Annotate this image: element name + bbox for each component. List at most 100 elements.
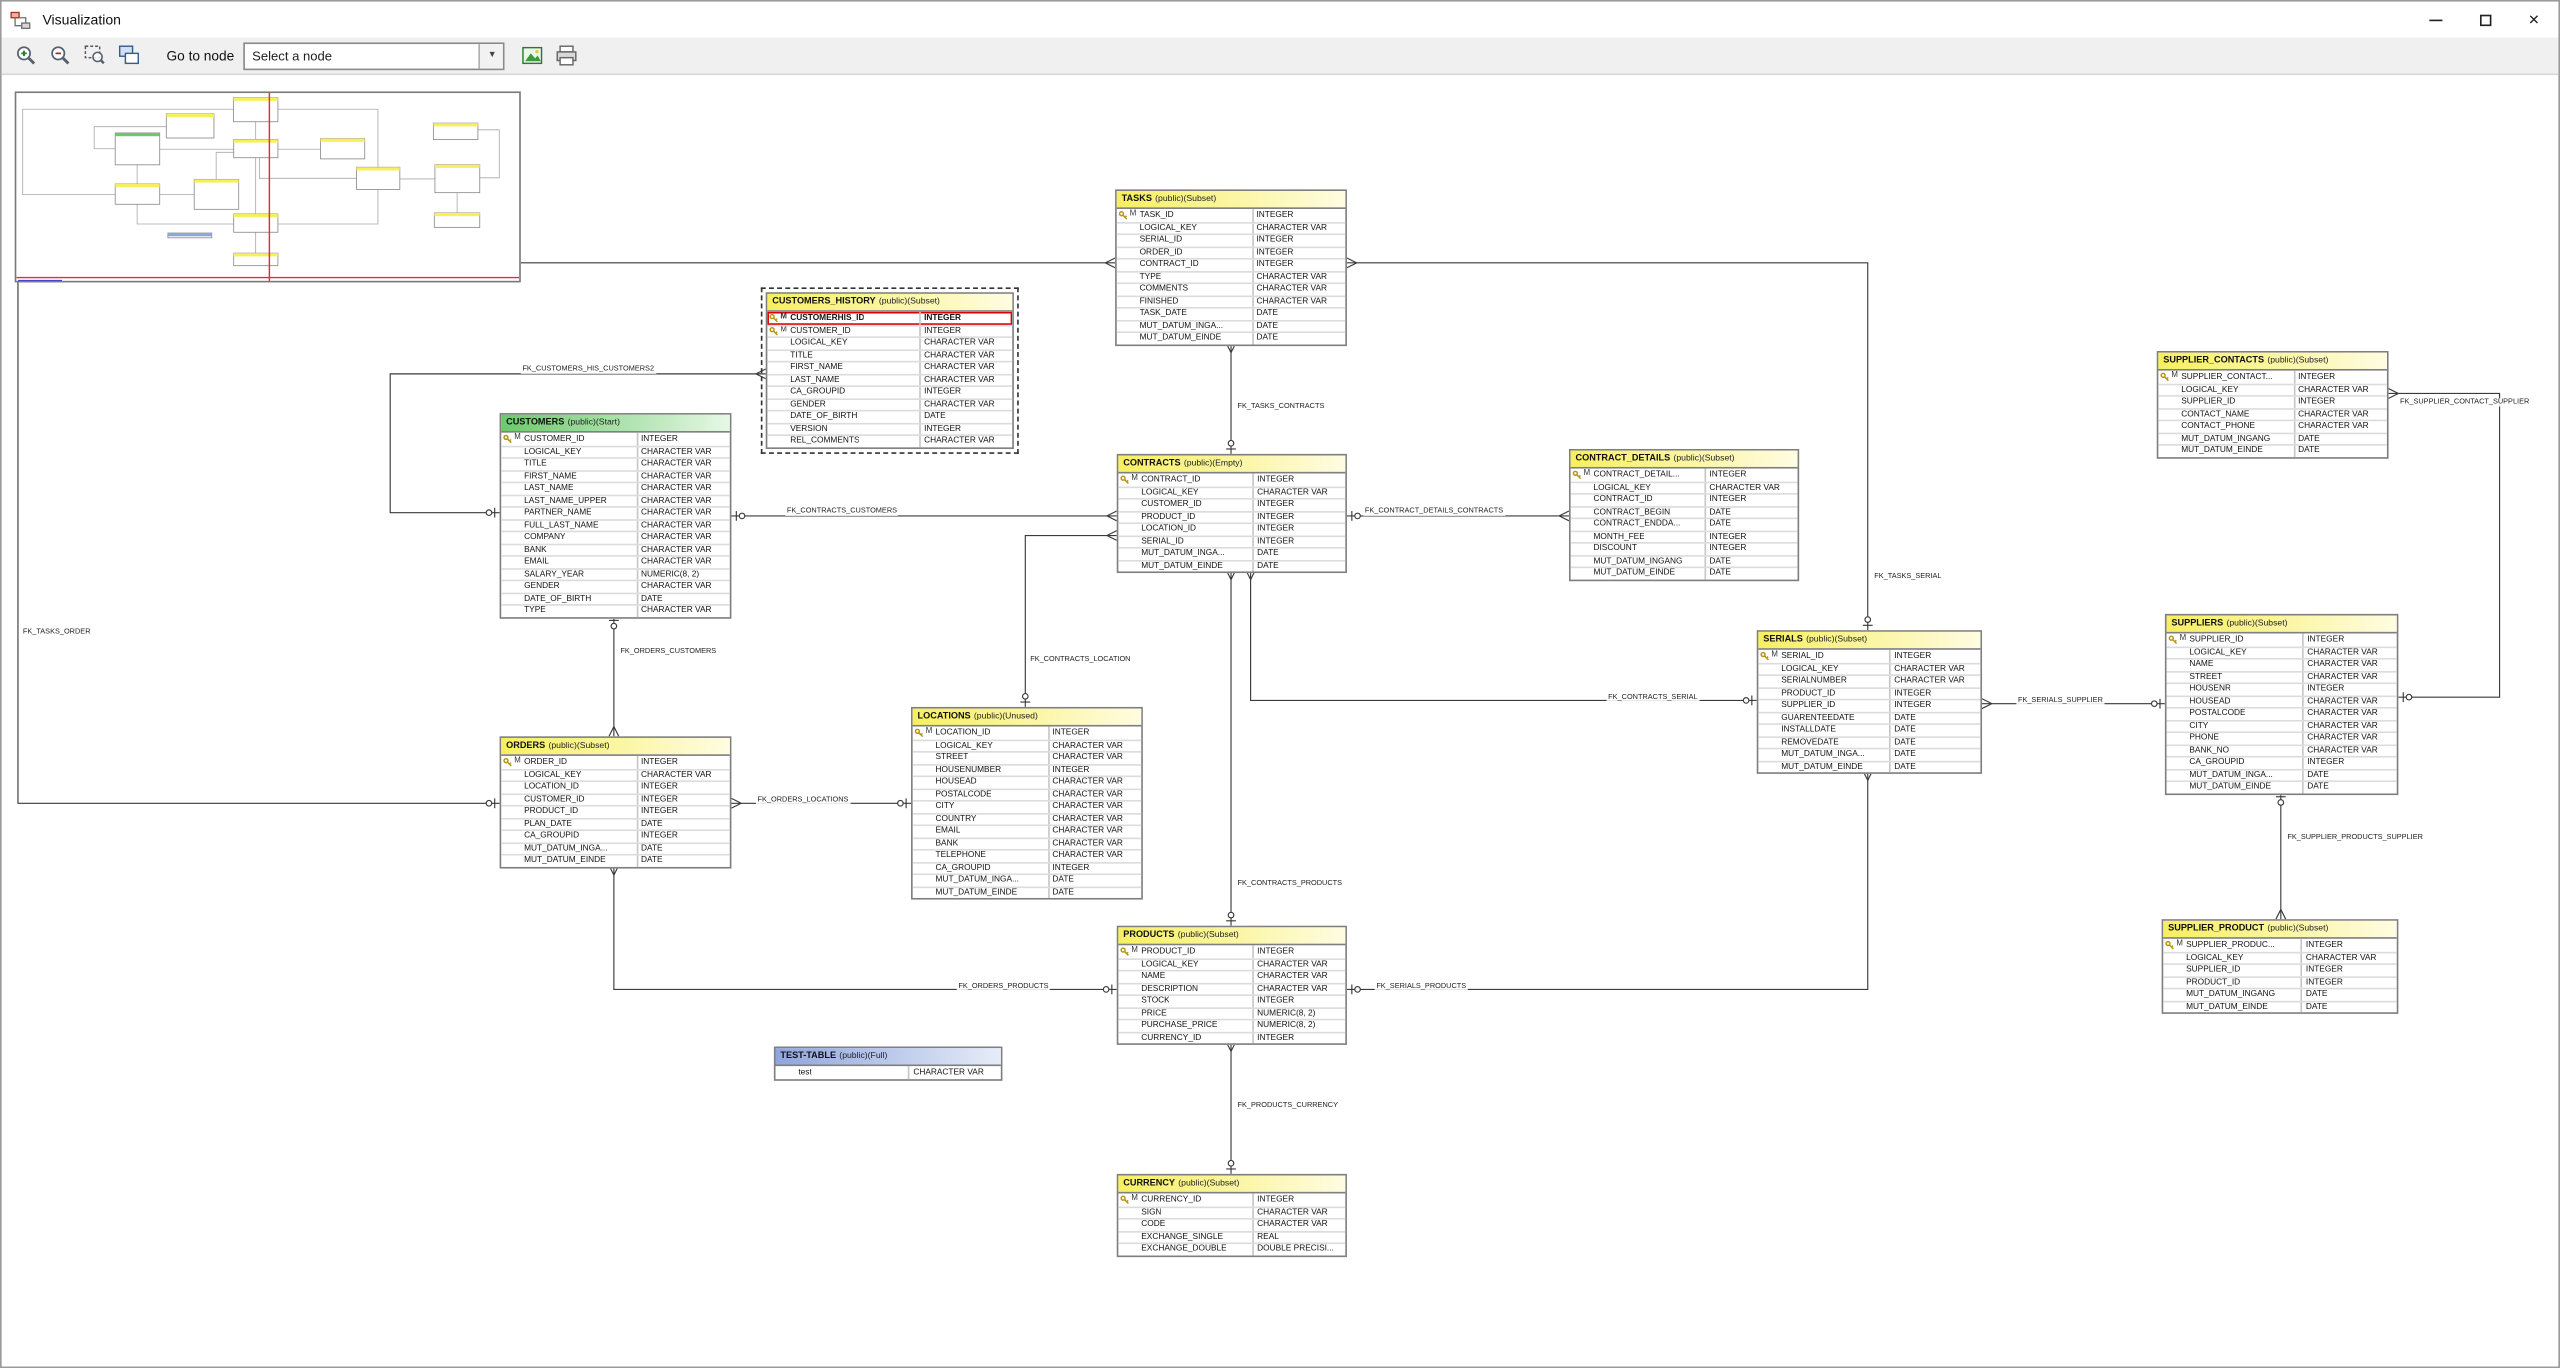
field-row[interactable]: CITYCHARACTER VAR bbox=[2167, 719, 2397, 731]
field-row[interactable]: FIRST_NAMECHARACTER VAR bbox=[501, 469, 730, 481]
field-row[interactable]: LOGICAL_KEYCHARACTER VAR bbox=[1117, 221, 1346, 233]
field-row[interactable]: CURRENCY_IDINTEGER bbox=[1118, 1031, 1345, 1043]
zoom-selection-button[interactable] bbox=[77, 40, 111, 71]
field-row[interactable]: MSUPPLIER_CONTACT...INTEGER bbox=[2158, 371, 2387, 383]
relationship-line-fk_supplier_contact_supplier[interactable] bbox=[2389, 393, 2500, 697]
field-row[interactable]: GENDERCHARACTER VAR bbox=[501, 580, 730, 592]
field-row[interactable]: LOGICAL_KEYCHARACTER VAR bbox=[2163, 951, 2396, 963]
field-row[interactable]: PRODUCT_IDINTEGER bbox=[2163, 976, 2396, 988]
field-row[interactable]: MCUSTOMER_IDINTEGER bbox=[767, 324, 1012, 336]
table-node-customers_history[interactable]: CUSTOMERS_HISTORY (public)(Subset)MCUSTO… bbox=[766, 292, 1014, 448]
field-row[interactable]: CONTRACT_IDINTEGER bbox=[1117, 258, 1346, 270]
field-row[interactable]: MLOCATION_IDINTEGER bbox=[913, 727, 1142, 739]
table-node-supplier_contacts[interactable]: SUPPLIER_CONTACTS (public)(Subset)MSUPPL… bbox=[2157, 351, 2389, 458]
table-node-suppliers[interactable]: SUPPLIERS (public)(Subset)MSUPPLIER_IDIN… bbox=[2165, 614, 2398, 794]
field-row[interactable]: POSTALCODECHARACTER VAR bbox=[913, 788, 1142, 800]
field-row[interactable]: PRODUCT_IDINTEGER bbox=[1118, 510, 1345, 522]
field-row[interactable]: MUT_DATUM_EINDEDATE bbox=[1571, 567, 1798, 579]
field-row[interactable]: CONTRACT_BEGINDATE bbox=[1571, 505, 1798, 517]
field-row[interactable]: CONTRACT_ENDDA...DATE bbox=[1571, 518, 1798, 530]
field-row[interactable]: MSERIAL_IDINTEGER bbox=[1758, 650, 1980, 662]
field-row[interactable]: CA_GROUPIDINTEGER bbox=[767, 385, 1012, 397]
table-node-currency[interactable]: CURRENCY (public)(Subset)MCURRENCY_IDINT… bbox=[1117, 1174, 1347, 1256]
field-row[interactable]: MSUPPLIER_IDINTEGER bbox=[2167, 633, 2397, 645]
print-button[interactable] bbox=[549, 40, 583, 71]
field-row[interactable]: MUT_DATUM_INGA...DATE bbox=[2167, 768, 2397, 780]
field-row[interactable]: STREETCHARACTER VAR bbox=[913, 751, 1142, 763]
field-row[interactable]: SERIAL_IDINTEGER bbox=[1118, 535, 1345, 547]
field-row[interactable]: LOGICAL_KEYCHARACTER VAR bbox=[2167, 646, 2397, 658]
table-header[interactable]: ORDERS (public)(Subset) bbox=[501, 738, 730, 756]
field-row[interactable]: MUT_DATUM_INGA...DATE bbox=[913, 873, 1142, 885]
field-row[interactable]: DESCRIPTIONCHARACTER VAR bbox=[1118, 982, 1345, 994]
field-row[interactable]: SERIALNUMBERCHARACTER VAR bbox=[1758, 674, 1980, 686]
field-row[interactable]: TASK_DATEDATE bbox=[1117, 307, 1346, 319]
maximize-button[interactable] bbox=[2460, 2, 2509, 38]
field-row[interactable]: MUT_DATUM_INGANGDATE bbox=[2158, 432, 2387, 444]
field-row[interactable]: LOGICAL_KEYCHARACTER VAR bbox=[501, 445, 730, 457]
field-row[interactable]: HOUSEADCHARACTER VAR bbox=[913, 776, 1142, 788]
field-row[interactable]: MUT_DATUM_EINDEDATE bbox=[2167, 780, 2397, 792]
field-row[interactable]: LOGICAL_KEYCHARACTER VAR bbox=[2158, 383, 2387, 395]
field-row[interactable]: MPRODUCT_IDINTEGER bbox=[1118, 945, 1345, 957]
field-row[interactable]: CONTACT_NAMECHARACTER VAR bbox=[2158, 407, 2387, 419]
field-row[interactable]: CA_GROUPIDINTEGER bbox=[2167, 756, 2397, 768]
table-header[interactable]: CUSTOMERS (public)(Start) bbox=[501, 415, 730, 433]
field-row[interactable]: EMAILCHARACTER VAR bbox=[913, 824, 1142, 836]
field-row[interactable]: DATE_OF_BIRTHDATE bbox=[767, 410, 1012, 422]
table-node-supplier_product[interactable]: SUPPLIER_PRODUCT (public)(Subset)MSUPPLI… bbox=[2162, 919, 2399, 1014]
field-row[interactable]: MUT_DATUM_EINDEDATE bbox=[913, 886, 1142, 898]
field-row[interactable]: BANK_NOCHARACTER VAR bbox=[2167, 744, 2397, 756]
field-row[interactable]: LOGICAL_KEYCHARACTER VAR bbox=[767, 336, 1012, 348]
field-row[interactable]: BANKCHARACTER VAR bbox=[501, 543, 730, 555]
field-row[interactable]: PRODUCT_IDINTEGER bbox=[501, 805, 730, 817]
field-row[interactable]: LOGICAL_KEYCHARACTER VAR bbox=[1118, 486, 1345, 498]
field-row[interactable]: LOGICAL_KEYCHARACTER VAR bbox=[501, 768, 730, 780]
field-row[interactable]: testCHARACTER VAR bbox=[776, 1066, 1001, 1078]
field-row[interactable]: MCUSTOMERHIS_IDINTEGER bbox=[767, 312, 1012, 324]
field-row[interactable]: EXCHANGE_DOUBLEDOUBLE PRECISI... bbox=[1118, 1242, 1345, 1254]
field-row[interactable]: SUPPLIER_IDINTEGER bbox=[2163, 963, 2396, 975]
field-row[interactable]: MSUPPLIER_PRODUC...INTEGER bbox=[2163, 939, 2396, 951]
zoom-out-button[interactable] bbox=[42, 40, 76, 71]
table-node-serials[interactable]: SERIALS (public)(Subset)MSERIAL_IDINTEGE… bbox=[1757, 630, 1982, 774]
field-row[interactable]: EMAILCHARACTER VAR bbox=[501, 555, 730, 567]
field-row[interactable]: PLAN_DATEDATE bbox=[501, 817, 730, 829]
field-row[interactable]: CA_GROUPIDINTEGER bbox=[501, 829, 730, 841]
field-row[interactable]: MCUSTOMER_IDINTEGER bbox=[501, 433, 730, 445]
table-header[interactable]: LOCATIONS (public)(Unused) bbox=[913, 709, 1142, 727]
field-row[interactable]: EXCHANGE_SINGLEREAL bbox=[1118, 1230, 1345, 1242]
field-row[interactable]: CUSTOMER_IDINTEGER bbox=[1118, 498, 1345, 510]
field-row[interactable]: LAST_NAMECHARACTER VAR bbox=[767, 373, 1012, 385]
field-row[interactable]: FINISHEDCHARACTER VAR bbox=[1117, 295, 1346, 307]
field-row[interactable]: TYPECHARACTER VAR bbox=[501, 604, 730, 616]
field-row[interactable]: CONTRACT_IDINTEGER bbox=[1571, 493, 1798, 505]
field-row[interactable]: GUARENTEEDATEDATE bbox=[1758, 711, 1980, 723]
table-header[interactable]: SUPPLIERS (public)(Subset) bbox=[2167, 616, 2397, 634]
table-node-contract_details[interactable]: CONTRACT_DETAILS (public)(Subset)MCONTRA… bbox=[1569, 449, 1799, 580]
table-header[interactable]: TEST-TABLE (public)(Full) bbox=[776, 1048, 1001, 1066]
close-button[interactable]: ✕ bbox=[2509, 2, 2558, 38]
field-row[interactable]: MUT_DATUM_EINDEDATE bbox=[2163, 1000, 2396, 1012]
field-row[interactable]: FIRST_NAMECHARACTER VAR bbox=[767, 361, 1012, 373]
field-row[interactable]: PRODUCT_IDINTEGER bbox=[1758, 687, 1980, 699]
field-row[interactable]: NAMECHARACTER VAR bbox=[1118, 970, 1345, 982]
field-row[interactable]: MUT_DATUM_EINDEDATE bbox=[2158, 444, 2387, 456]
field-row[interactable]: MONTH_FEEINTEGER bbox=[1571, 530, 1798, 542]
field-row[interactable]: CITYCHARACTER VAR bbox=[913, 800, 1142, 812]
table-header[interactable]: CONTRACT_DETAILS (public)(Subset) bbox=[1571, 451, 1798, 469]
field-row[interactable]: NAMECHARACTER VAR bbox=[2167, 658, 2397, 670]
field-row[interactable]: LOCATION_IDINTEGER bbox=[501, 780, 730, 792]
field-row[interactable]: BANKCHARACTER VAR bbox=[913, 837, 1142, 849]
field-row[interactable]: MCURRENCY_IDINTEGER bbox=[1118, 1193, 1345, 1205]
field-row[interactable]: CUSTOMER_IDINTEGER bbox=[501, 793, 730, 805]
field-row[interactable]: DATE_OF_BIRTHDATE bbox=[501, 592, 730, 604]
field-row[interactable]: TITLECHARACTER VAR bbox=[501, 457, 730, 469]
field-row[interactable]: MCONTRACT_DETAIL...INTEGER bbox=[1571, 469, 1798, 481]
table-node-products[interactable]: PRODUCTS (public)(Subset)MPRODUCT_IDINTE… bbox=[1117, 926, 1347, 1045]
table-header[interactable]: SUPPLIER_CONTACTS (public)(Subset) bbox=[2158, 353, 2387, 371]
field-row[interactable]: PRICENUMERIC(8, 2) bbox=[1118, 1007, 1345, 1019]
relationship-line-fk_serials_products[interactable] bbox=[1347, 771, 1868, 990]
field-row[interactable]: MUT_DATUM_INGA...DATE bbox=[1117, 319, 1346, 331]
chevron-down-icon[interactable]: ▼ bbox=[479, 43, 503, 67]
